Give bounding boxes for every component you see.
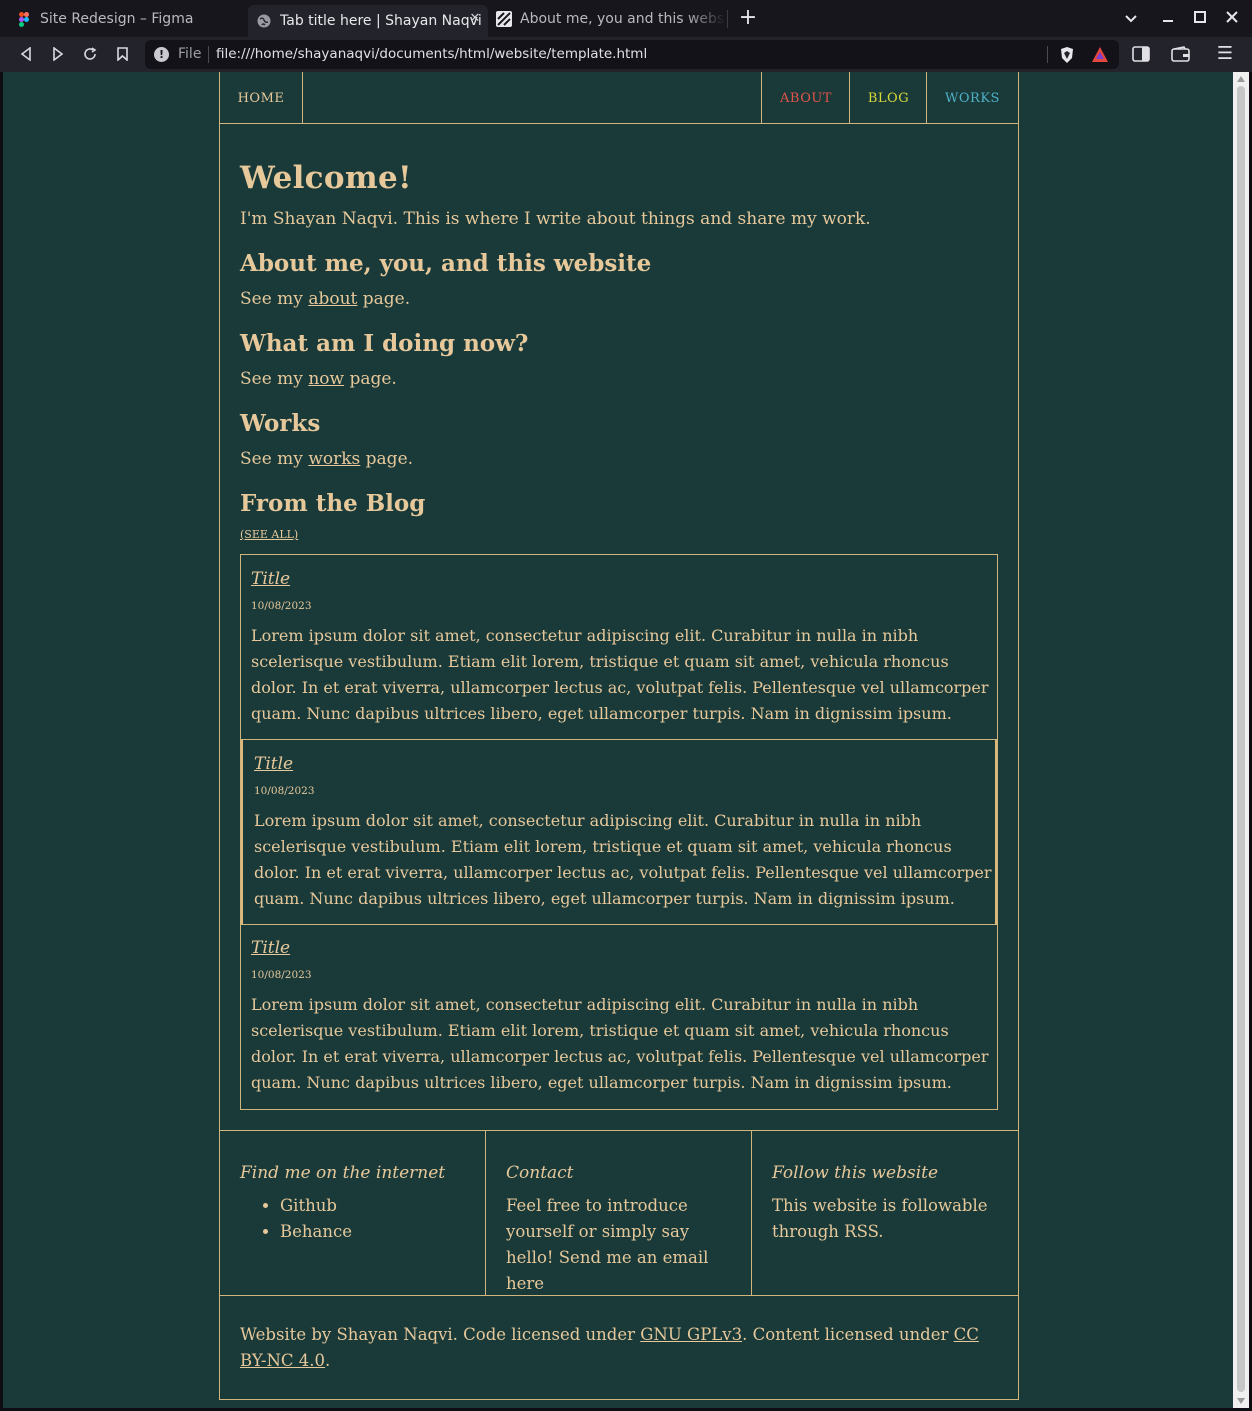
contact-text: Feel free to introduce yourself or simpl… [506,1196,709,1293]
tab-active[interactable]: Tab title here | Shayan Naqvi ✕ [248,5,488,37]
page-viewport: HOME ABOUT BLOG WORKS Welcome! I'm Shaya… [3,72,1233,1408]
footer-heading: Contact [506,1163,574,1183]
section-text-works: See my works page. [240,449,414,469]
browser-tab-bar: Site Redesign – Figma Tab title here | S… [0,0,1252,37]
post-excerpt: Lorem ipsum dolor sit amet, consectetur … [251,995,989,1092]
tab-about[interactable]: About me, you and this website [490,5,726,33]
post-date: 10/08/2023 [251,600,312,612]
blog-post-hovered: Title 10/08/2023 Lorem ipsum dolor sit a… [241,739,997,925]
close-window-icon[interactable] [1221,8,1243,30]
page-title: Welcome! [240,160,412,196]
footer-find-me: Find me on the internet Github Behance [220,1131,486,1296]
scroll-thumb[interactable] [1237,86,1245,1392]
tab-figma[interactable]: Site Redesign – Figma [10,5,246,33]
post-date: 10/08/2023 [254,785,315,797]
social-links: Github Behance [240,1193,465,1245]
footer-contact: Contact Feel free to introduce yourself … [486,1131,752,1296]
page-scrollbar[interactable] [1233,72,1249,1408]
blog-heading: From the Blog [240,490,426,517]
url-scheme: File [178,46,202,62]
nav-about-link[interactable]: ABOUT [761,72,850,124]
bookmark-icon[interactable] [110,43,134,65]
site-footer: Find me on the internet Github Behance C… [220,1130,1018,1296]
scroll-up-icon[interactable] [1237,76,1245,82]
minimize-icon[interactable] [1157,8,1179,30]
section-text-about: See my about page. [240,289,411,309]
wallet-icon[interactable] [1171,46,1191,62]
tab-list-icon[interactable] [1120,8,1142,30]
nav-home-link[interactable]: HOME [220,72,303,124]
gpl-license-link[interactable]: GNU GPLv3 [640,1325,742,1344]
globe-icon [256,13,272,29]
back-button[interactable] [14,43,38,65]
blog-post: Title 10/08/2023 Lorem ipsum dolor sit a… [241,555,997,740]
sidebar-toggle-icon[interactable] [1132,46,1150,62]
menu-icon[interactable]: ☰ [1216,45,1234,63]
now-link[interactable]: now [308,369,344,389]
post-title-link[interactable]: Title [251,938,290,958]
post-title-link[interactable]: Title [254,754,293,774]
post-date: 10/08/2023 [251,969,312,981]
github-link[interactable]: Github [280,1193,465,1219]
section-text-now: See my now page. [240,369,397,389]
section-heading-about: About me, you, and this website [240,250,652,277]
site-logo-icon [496,11,512,27]
section-heading-works: Works [240,410,321,437]
brave-rewards-icon[interactable] [1091,46,1109,67]
post-title-link[interactable]: Title [251,569,290,589]
about-link[interactable]: about [308,289,357,309]
tab-title: Site Redesign – Figma [40,11,194,27]
figma-icon [16,11,32,27]
blog-post-list: Title 10/08/2023 Lorem ipsum dolor sit a… [240,554,998,1110]
url-text[interactable]: file:///home/shayanaqvi/documents/html/w… [216,46,647,62]
license-text: Website by Shayan Naqvi. Code licensed u… [240,1325,979,1370]
browser-toolbar: ! File file:///home/shayanaqvi/documents… [0,37,1252,72]
tab-title: Tab title here | Shayan Naqvi [280,13,482,29]
site-info-icon[interactable]: ! [154,47,169,62]
brave-shields-icon[interactable] [1059,46,1075,68]
behance-link[interactable]: Behance [280,1219,465,1245]
nav-blog-link[interactable]: BLOG [849,72,927,124]
footer-heading: Find me on the internet [240,1163,446,1183]
close-tab-icon[interactable]: ✕ [468,12,482,26]
works-link[interactable]: works [308,449,360,469]
site-nav: HOME ABOUT BLOG WORKS [220,72,1018,124]
maximize-icon[interactable] [1189,8,1211,30]
post-excerpt: Lorem ipsum dolor sit amet, consectetur … [254,811,992,908]
section-heading-now: What am I doing now? [240,330,529,357]
scroll-down-icon[interactable] [1237,1398,1245,1404]
see-all-link[interactable]: (SEE ALL) [240,528,298,541]
site-container: HOME ABOUT BLOG WORKS Welcome! I'm Shaya… [219,72,1019,1400]
nav-works-link[interactable]: WORKS [926,72,1018,124]
post-excerpt: Lorem ipsum dolor sit amet, consectetur … [251,626,989,723]
footer-heading: Follow this website [772,1163,939,1183]
reload-button[interactable] [78,43,102,65]
address-bar[interactable]: ! File file:///home/shayanaqvi/documents… [145,40,1119,69]
footer-follow: Follow this website This website is foll… [752,1131,1018,1296]
new-tab-button[interactable]: + [737,7,759,30]
blog-post: Title 10/08/2023 Lorem ipsum dolor sit a… [241,924,997,1109]
forward-button[interactable] [46,43,70,65]
follow-text: This website is followable through RSS. [772,1196,988,1241]
intro-text: I'm Shayan Naqvi. This is where I write … [240,209,871,229]
